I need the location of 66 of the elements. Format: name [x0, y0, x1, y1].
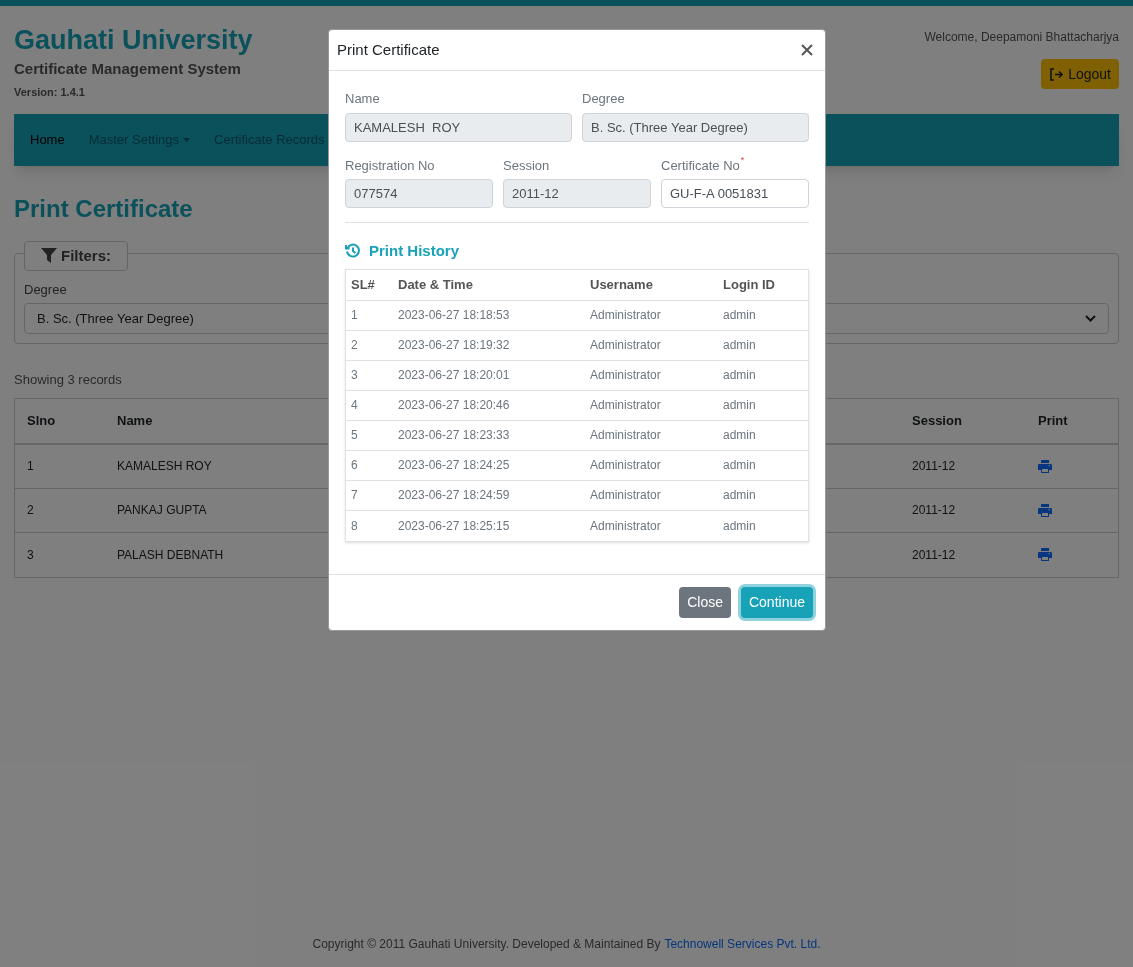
table-cell-text: Administrator: [590, 397, 662, 414]
table-cell-text: admin: [723, 367, 756, 384]
table-cell-text: 3: [351, 367, 359, 384]
page-title: Print Certificate: [14, 193, 193, 224]
site-subtitle: Certificate Management System: [14, 58, 242, 79]
table-cell-text: 2023-06-27 18:20:46: [398, 397, 511, 414]
table-cell: PANKAJ GUPTA: [117, 503, 207, 518]
degree-label: Degree: [24, 280, 67, 299]
table-cell-text: Administrator: [590, 487, 662, 504]
table-cell-text: admin: [723, 457, 756, 474]
table-cell-text: 6: [351, 457, 359, 474]
table-cell-text: 2023-06-27 18:24:25: [398, 457, 511, 474]
table-cell-text: 3: [27, 546, 35, 564]
table-cell-text: admin: [723, 517, 756, 535]
table-cell-text: Administrator: [590, 337, 662, 354]
required-asterisk: *: [740, 155, 745, 165]
field-label: Certificate No: [661, 156, 740, 175]
table-cell-text: 1: [351, 307, 359, 324]
copyright-text: Copyright © 2011 Gauhati University. Developed & Maintained By: [312, 936, 661, 953]
table-cell: PALASH DEBNATH: [117, 547, 224, 562]
column-header: Session: [912, 412, 963, 430]
table-cell: KAMALESH ROY: [117, 459, 212, 474]
table-cell-text: 1: [27, 458, 35, 476]
column-header: Slno: [27, 412, 57, 430]
table-cell-text: 2023-06-27 18:19:32: [398, 337, 511, 354]
column-header: Name: [117, 413, 153, 428]
welcome-text: Welcome, Deepamoni Bhattacharjya: [924, 29, 1119, 46]
column-header: Date & Time: [398, 275, 474, 294]
table-cell-text: Administrator: [590, 307, 662, 324]
table-cell-text: 2023-06-27 18:25:15: [398, 517, 511, 535]
table-cell-text: 8: [351, 517, 359, 535]
table-cell-text: 2023-06-27 18:20:01: [398, 367, 511, 384]
table-cell-text: 2023-06-27 18:23:33: [398, 427, 511, 444]
print-history-heading: Print History: [369, 241, 459, 261]
column-header: Login ID: [723, 275, 775, 294]
table-cell-text: Administrator: [590, 427, 662, 444]
site-title: Gauhati University: [14, 24, 253, 57]
field-label: Session: [503, 156, 550, 175]
table-cell-text: 2023-06-27 18:18:53: [398, 307, 511, 324]
column-header: Print: [1038, 412, 1068, 430]
field-label: Registration No: [345, 156, 435, 175]
field-label: Name: [345, 90, 380, 108]
table-cell-text: 2023-06-27 18:24:59: [398, 487, 511, 504]
table-cell-text: 2011-12: [912, 502, 957, 520]
table-cell-text: 2: [351, 337, 359, 354]
version-text: Version: 1.4.1: [14, 85, 86, 101]
table-cell-text: 4: [351, 397, 359, 414]
table-cell-text: admin: [723, 427, 756, 444]
table-cell-text: admin: [723, 307, 756, 324]
table-cell-text: admin: [723, 337, 756, 354]
table-cell-text: admin: [723, 397, 756, 414]
column-header: SL#: [351, 275, 376, 294]
table-cell-text: 2011-12: [912, 546, 957, 564]
table-cell-text: Administrator: [590, 457, 662, 474]
column-header: Username: [590, 275, 654, 294]
table-cell-text: 2: [27, 502, 35, 520]
table-cell-text: admin: [723, 487, 756, 504]
filters-label: Filters:: [61, 245, 111, 266]
dialog-title: Print Certificate: [337, 39, 440, 60]
field-label: Degree: [582, 90, 625, 108]
table-cell-text: Administrator: [590, 517, 662, 535]
table-cell-text: Administrator: [590, 367, 662, 384]
table-cell-text: 7: [351, 487, 359, 504]
records-count: Showing 3 records: [14, 371, 122, 390]
table-cell-text: 5: [351, 427, 359, 444]
table-cell-text: 2011-12: [912, 458, 957, 476]
